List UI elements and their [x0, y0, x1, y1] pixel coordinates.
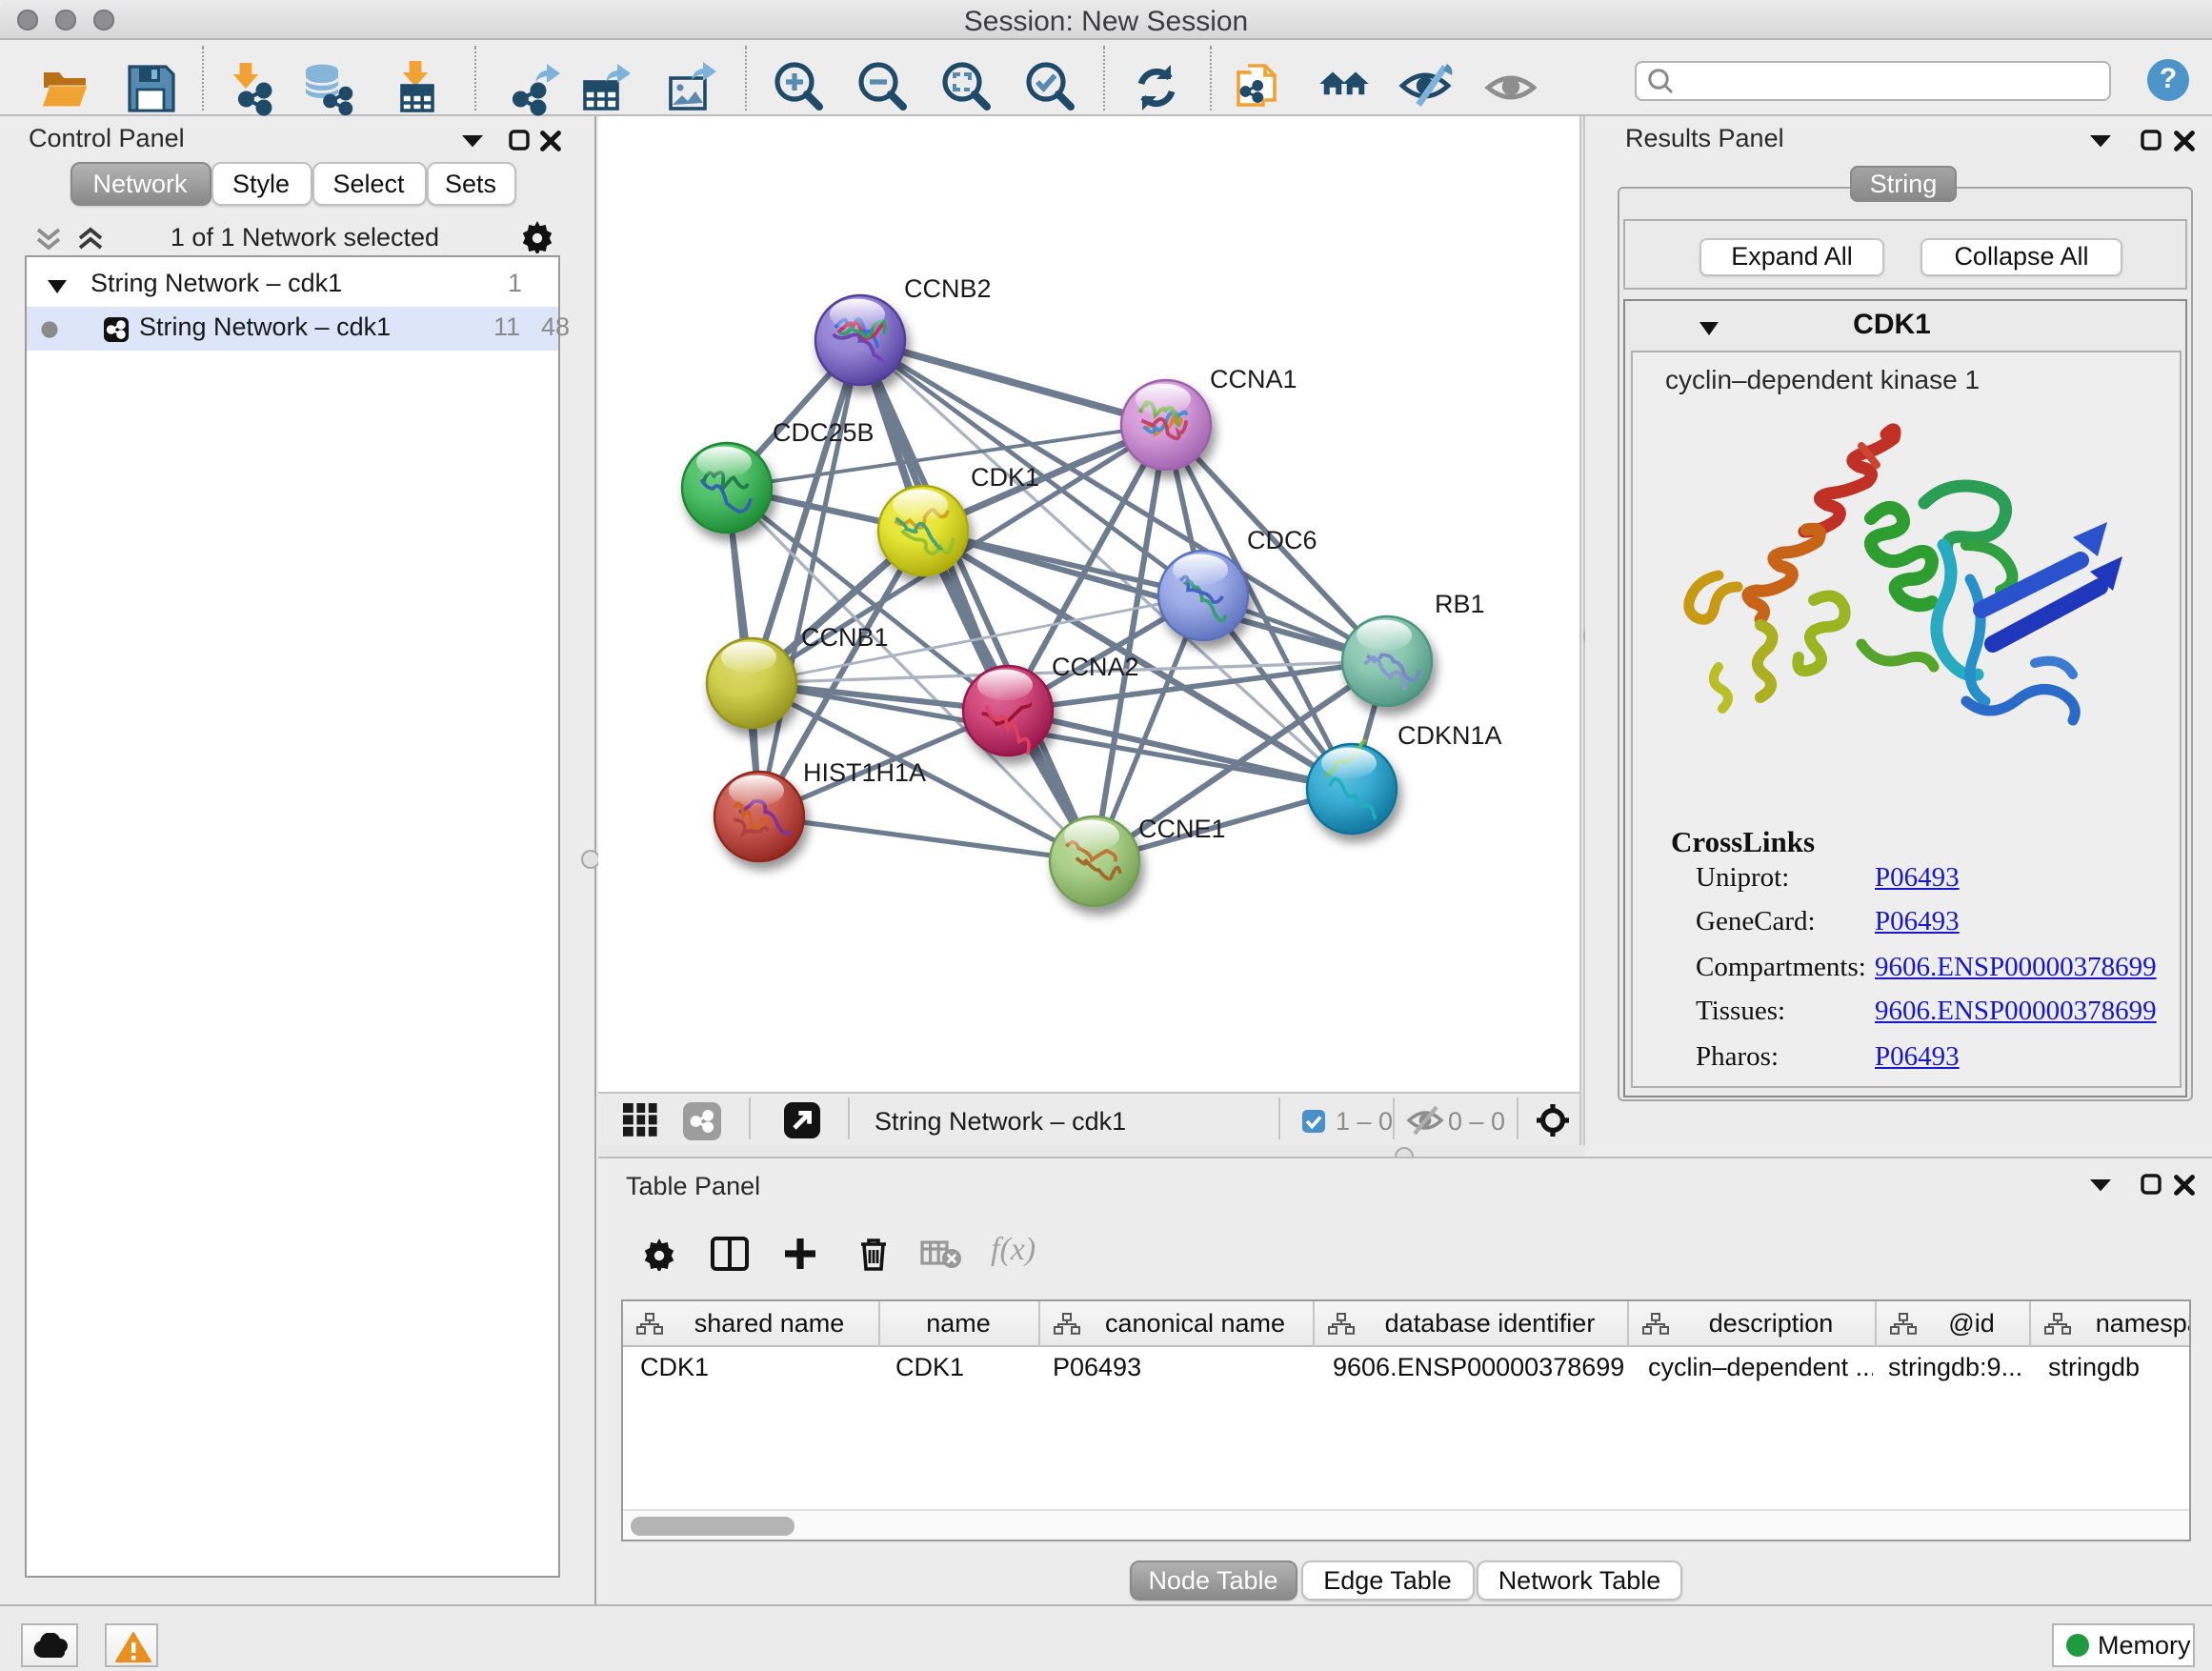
svg-text:CCNB1: CCNB1 [801, 623, 889, 652]
svg-text:CDKN1A: CDKN1A [1398, 721, 1502, 750]
svg-text:RB1: RB1 [1435, 590, 1485, 618]
svg-text:CCNA1: CCNA1 [1210, 365, 1297, 393]
svg-text:CCNE1: CCNE1 [1138, 815, 1226, 843]
svg-text:CCNB2: CCNB2 [904, 274, 992, 303]
svg-text:HIST1H1A: HIST1H1A [803, 758, 926, 787]
svg-text:CCNA2: CCNA2 [1052, 653, 1139, 681]
svg-text:CDK1: CDK1 [971, 463, 1039, 492]
svg-text:CDC6: CDC6 [1247, 526, 1317, 554]
svg-text:CDC25B: CDC25B [773, 418, 875, 447]
